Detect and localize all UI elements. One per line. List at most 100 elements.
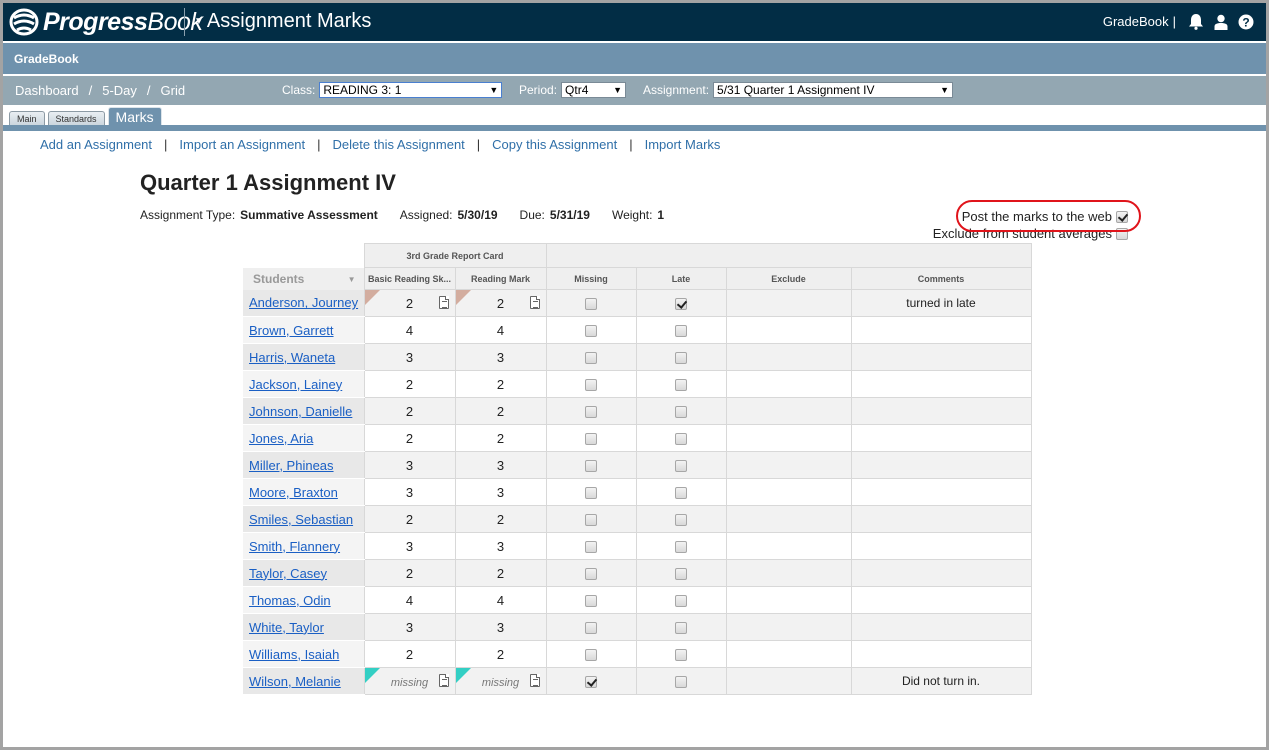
late-checkbox[interactable] (675, 378, 687, 391)
missing-checkbox[interactable] (585, 648, 597, 661)
basic-reading-cell[interactable]: 2 (363, 640, 456, 668)
late-checkbox[interactable] (675, 648, 687, 661)
reading-mark-cell[interactable]: 3 (454, 451, 547, 479)
basic-reading-cell[interactable]: 3 (363, 478, 456, 506)
reading-mark-cell[interactable]: 2 (454, 505, 547, 533)
reading-mark-cell[interactable]: 4 (454, 586, 547, 614)
comment-cell[interactable] (850, 343, 1032, 371)
note-icon[interactable] (529, 674, 540, 687)
missing-checkbox[interactable] (585, 324, 597, 337)
comment-cell[interactable]: Did not turn in. (850, 667, 1032, 695)
comment-cell[interactable] (850, 505, 1032, 533)
comment-cell[interactable] (850, 559, 1032, 587)
add-assignment-link[interactable]: Add an Assignment (40, 137, 152, 152)
basic-reading-cell[interactable]: 3 (363, 343, 456, 371)
reading-mark-cell[interactable]: missing (454, 667, 547, 695)
student-link[interactable]: Thomas, Odin (249, 593, 331, 608)
exclude-cell[interactable] (725, 586, 852, 614)
exclude-cell[interactable] (725, 397, 852, 425)
student-link[interactable]: Williams, Isaiah (249, 647, 339, 662)
student-link[interactable]: Jackson, Lainey (249, 377, 342, 392)
assignment-select[interactable]: 5/31 Quarter 1 Assignment IV ▼ (713, 82, 954, 98)
exclude-cell[interactable] (725, 370, 852, 398)
basic-reading-cell[interactable]: 2 (363, 289, 456, 317)
basic-reading-cell[interactable]: 3 (363, 451, 456, 479)
missing-checkbox[interactable] (585, 675, 597, 688)
late-checkbox[interactable] (675, 621, 687, 634)
help-icon[interactable]: ? (1238, 14, 1254, 30)
comment-cell[interactable] (850, 397, 1032, 425)
reading-mark-cell[interactable]: 2 (454, 397, 547, 425)
late-checkbox[interactable] (675, 459, 687, 472)
exclude-cell[interactable] (725, 289, 852, 317)
reading-mark-cell[interactable]: 3 (454, 613, 547, 641)
import-marks-link[interactable]: Import Marks (645, 137, 721, 152)
student-link[interactable]: Jones, Aria (249, 431, 313, 446)
student-link[interactable]: Anderson, Journey (249, 295, 358, 310)
reading-mark-cell[interactable]: 2 (454, 370, 547, 398)
comment-cell[interactable] (850, 613, 1032, 641)
missing-checkbox[interactable] (585, 567, 597, 580)
missing-checkbox[interactable] (585, 540, 597, 553)
student-link[interactable]: Wilson, Melanie (249, 674, 341, 689)
exclude-cell[interactable] (725, 667, 852, 695)
copy-assignment-link[interactable]: Copy this Assignment (492, 137, 617, 152)
late-checkbox[interactable] (675, 486, 687, 499)
basic-reading-cell[interactable]: 2 (363, 370, 456, 398)
reading-mark-cell[interactable]: 2 (454, 640, 547, 668)
column-header-basic-reading[interactable]: Basic Reading Sk... (363, 267, 456, 290)
comment-cell[interactable] (850, 640, 1032, 668)
reading-mark-cell[interactable]: 2 (454, 424, 547, 452)
exclude-cell[interactable] (725, 613, 852, 641)
basic-reading-cell[interactable]: 2 (363, 559, 456, 587)
comment-cell[interactable] (850, 478, 1032, 506)
reading-mark-cell[interactable]: 2 (454, 559, 547, 587)
exclude-cell[interactable] (725, 478, 852, 506)
exclude-cell[interactable] (725, 505, 852, 533)
late-checkbox[interactable] (675, 513, 687, 526)
gradebook-link[interactable]: GradeBook (1103, 14, 1169, 29)
missing-checkbox[interactable] (585, 378, 597, 391)
user-icon[interactable] (1214, 14, 1228, 30)
missing-checkbox[interactable] (585, 621, 597, 634)
comment-cell[interactable] (850, 451, 1032, 479)
basic-reading-cell[interactable]: 3 (363, 613, 456, 641)
basic-reading-cell[interactable]: missing (363, 667, 456, 695)
delete-assignment-link[interactable]: Delete this Assignment (333, 137, 465, 152)
late-checkbox[interactable] (675, 351, 687, 364)
app-title-menu[interactable]: ▼ Assignment Marks (194, 10, 371, 33)
student-link[interactable]: White, Taylor (249, 620, 324, 635)
breadcrumb-5-day[interactable]: 5-Day (102, 83, 137, 98)
note-icon[interactable] (438, 296, 449, 309)
exclude-cell[interactable] (725, 343, 852, 371)
exclude-cell[interactable] (725, 532, 852, 560)
missing-checkbox[interactable] (585, 297, 597, 310)
late-checkbox[interactable] (675, 540, 687, 553)
breadcrumb-dashboard[interactable]: Dashboard (15, 83, 79, 98)
student-link[interactable]: Smiles, Sebastian (249, 512, 353, 527)
missing-checkbox[interactable] (585, 432, 597, 445)
exclude-cell[interactable] (725, 424, 852, 452)
students-header[interactable]: Students ▼ (243, 267, 364, 290)
note-icon[interactable] (529, 296, 540, 309)
basic-reading-cell[interactable]: 3 (363, 532, 456, 560)
basic-reading-cell[interactable]: 4 (363, 586, 456, 614)
missing-checkbox[interactable] (585, 594, 597, 607)
column-header-reading-mark[interactable]: Reading Mark (454, 267, 547, 290)
late-checkbox[interactable] (675, 405, 687, 418)
late-checkbox[interactable] (675, 324, 687, 337)
exclude-cell[interactable] (725, 316, 852, 344)
student-link[interactable]: Miller, Phineas (249, 458, 334, 473)
late-checkbox[interactable] (675, 675, 687, 688)
late-checkbox[interactable] (675, 594, 687, 607)
late-checkbox[interactable] (675, 297, 687, 310)
student-link[interactable]: Taylor, Casey (249, 566, 327, 581)
reading-mark-cell[interactable]: 2 (454, 289, 547, 317)
missing-checkbox[interactable] (585, 459, 597, 472)
exclude-cell[interactable] (725, 640, 852, 668)
missing-checkbox[interactable] (585, 351, 597, 364)
breadcrumb-grid[interactable]: Grid (161, 83, 186, 98)
bell-icon[interactable] (1188, 13, 1204, 30)
reading-mark-cell[interactable]: 3 (454, 478, 547, 506)
tab-main[interactable]: Main (9, 111, 45, 126)
